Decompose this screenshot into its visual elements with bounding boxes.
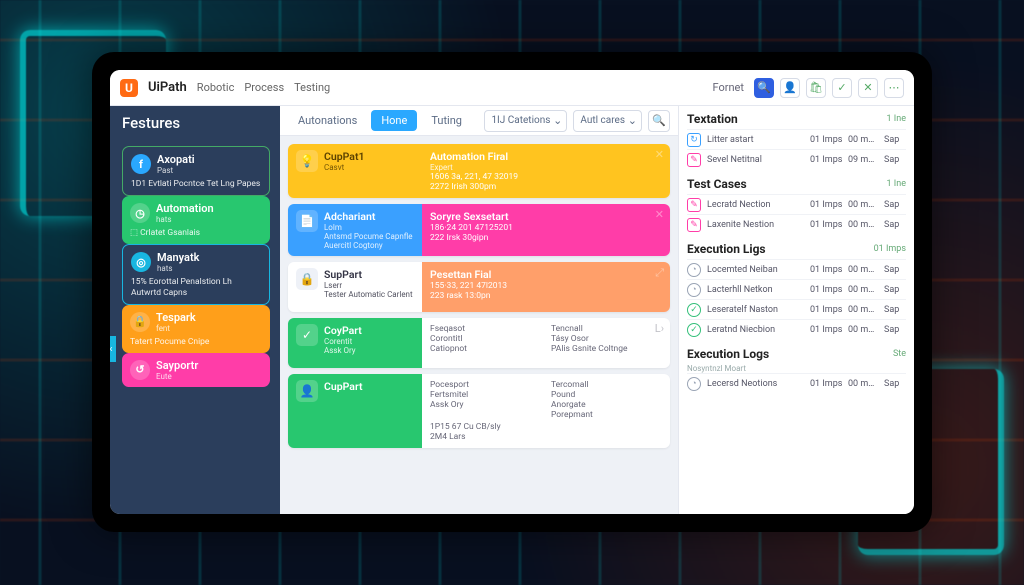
list-item[interactable]: ✎Lecratd Nection01 Imps00 m…Sap bbox=[687, 194, 906, 214]
status-icon: ↻ bbox=[687, 133, 701, 147]
sidebar: ‹ Festures fAxopatiPast1D1 Evtlati Pocnt… bbox=[110, 106, 280, 514]
tab-autonations[interactable]: Autonations bbox=[288, 110, 367, 131]
automation-card[interactable]: ✓CoyPartCorentitAssk OryL›FseqasotCoront… bbox=[288, 318, 670, 368]
list-item[interactable]: ↻Litter astart01 Imps00 m…Sap bbox=[687, 129, 906, 149]
section-title: Test Cases bbox=[687, 177, 747, 191]
section-title: Textation bbox=[687, 112, 738, 126]
sidebar-collapse[interactable]: ‹ bbox=[110, 336, 116, 362]
right-section: Execution Ligs 01 Imps ◔Locemted Neiban01 … bbox=[679, 236, 914, 341]
sidebar-item[interactable]: fAxopatiPast1D1 Evtlati Pocntce Tet Lng … bbox=[122, 146, 270, 196]
list-item[interactable]: ✎Sevel Netitnal01 Imps09 m…Sap bbox=[687, 149, 906, 169]
section-title: Execution Logs bbox=[687, 347, 769, 361]
card-icon: 📄 bbox=[296, 210, 318, 232]
status-icon: ◔ bbox=[687, 377, 701, 391]
device-frame: U UiPath Robotic Process Testing Fornet … bbox=[92, 52, 932, 532]
filter-select-1[interactable]: 1IJ Catetions bbox=[484, 110, 567, 132]
section-link[interactable]: 01 Imps bbox=[874, 244, 906, 254]
search-icon[interactable]: 🔍 bbox=[648, 110, 670, 132]
list-item[interactable]: ✎Laxenite Nestion01 Imps00 m…Sap bbox=[687, 214, 906, 234]
automation-card[interactable]: 👤CupPartPocesportFertsmitelAssk OryTerco… bbox=[288, 374, 670, 448]
sidebar-item[interactable]: ◎Manyatkhats15% Eorottal Penalstion Lh A… bbox=[122, 244, 270, 304]
list-item[interactable]: ✓Leseratelf Naston01 Imps00 m…Sap bbox=[687, 299, 906, 319]
automation-card[interactable]: 📄AdchariantLolmAntsmd Pocume CapnfleAuer… bbox=[288, 204, 670, 256]
tab-tuting[interactable]: Tuting bbox=[421, 110, 472, 131]
sidebar-title: Festures bbox=[122, 114, 270, 132]
card-icon: 🔒 bbox=[296, 268, 318, 290]
card-close[interactable]: ✕ bbox=[655, 208, 664, 221]
status-icon: ✎ bbox=[687, 198, 701, 212]
automation-card[interactable]: 🔒SupPartLserrTester Automatic Carlent⤢Pe… bbox=[288, 262, 670, 312]
status-icon: ✓ bbox=[687, 323, 701, 337]
card-close[interactable]: L› bbox=[655, 322, 664, 335]
right-section: Execution LogsSteNosyntnzl Moart◔Lecersd… bbox=[679, 341, 914, 395]
list-item[interactable]: ◔Lacterhll Netkon01 Imps00 m…Sap bbox=[687, 279, 906, 299]
sidebar-item[interactable]: ↺SayportrEute bbox=[122, 353, 270, 387]
list-item[interactable]: ◔Lecersd Neotions01 Imps00 m…Sap bbox=[687, 373, 906, 393]
center-panel: AutonationsHoneTuting 1IJ Catetions Autl… bbox=[280, 106, 678, 514]
search-icon[interactable]: 🔍 bbox=[754, 78, 774, 98]
card-icon: 👤 bbox=[296, 380, 318, 402]
section-link[interactable]: Ste bbox=[893, 349, 906, 359]
top-bar: U UiPath Robotic Process Testing Fornet … bbox=[110, 70, 914, 106]
card-close[interactable]: ⤢ bbox=[655, 266, 664, 280]
close-icon[interactable]: ✕ bbox=[858, 78, 878, 98]
bag-icon[interactable]: 🛍 bbox=[806, 78, 826, 98]
user-icon[interactable]: 👤 bbox=[780, 78, 800, 98]
status-icon: ✓ bbox=[687, 303, 701, 317]
card-close[interactable]: ✕ bbox=[655, 148, 664, 161]
right-section: Textation 1 Ine ↻Litter astart01 Imps00 m…… bbox=[679, 106, 914, 171]
section-link[interactable]: 1 Ine bbox=[887, 114, 906, 124]
section-link[interactable]: 1 Ine bbox=[887, 179, 906, 189]
top-nav: Robotic Process Testing bbox=[197, 81, 330, 94]
more-icon[interactable]: ⋯ bbox=[884, 78, 904, 98]
check-icon[interactable]: ✓ bbox=[832, 78, 852, 98]
right-section: Test Cases 1 Ine ✎Lecratd Nection01 Imps00… bbox=[679, 171, 914, 236]
card-icon: 💡 bbox=[296, 150, 318, 172]
status-icon: ◔ bbox=[687, 283, 701, 297]
topnav-item[interactable]: Process bbox=[244, 81, 284, 94]
right-panel: Textation 1 Ine ↻Litter astart01 Imps00 m…… bbox=[678, 106, 914, 514]
brand-name: UiPath bbox=[148, 80, 187, 95]
status-icon: ◔ bbox=[687, 263, 701, 277]
topnav-item[interactable]: Robotic bbox=[197, 81, 235, 94]
filter-select-2[interactable]: Autl cares bbox=[573, 110, 642, 132]
topnav-item[interactable]: Testing bbox=[294, 81, 330, 94]
app-screen: U UiPath Robotic Process Testing Fornet … bbox=[110, 70, 914, 514]
top-right-label: Fornet bbox=[713, 81, 744, 94]
section-title: Execution Ligs bbox=[687, 242, 766, 256]
list-item[interactable]: ◔Locemted Neiban01 Imps00 m…Sap bbox=[687, 259, 906, 279]
card-icon: ✓ bbox=[296, 324, 318, 346]
status-icon: ✎ bbox=[687, 153, 701, 167]
sidebar-item[interactable]: ◷Automationhats⬚ Crlatet Gsanlais bbox=[122, 196, 270, 244]
status-icon: ✎ bbox=[687, 218, 701, 232]
brand-mark: U bbox=[120, 79, 138, 97]
list-item[interactable]: ✓Leratnd Niecbion01 Imps00 m…Sap bbox=[687, 319, 906, 339]
sidebar-item[interactable]: 🔒TesparkfentTatert Pocume Cnipe bbox=[122, 305, 270, 353]
tab-hone[interactable]: Hone bbox=[371, 110, 417, 131]
center-tabs: AutonationsHoneTuting 1IJ Catetions Autl… bbox=[280, 106, 678, 136]
automation-card[interactable]: 💡CupPat1Casvt✕Automation FiralExpert1606… bbox=[288, 144, 670, 198]
